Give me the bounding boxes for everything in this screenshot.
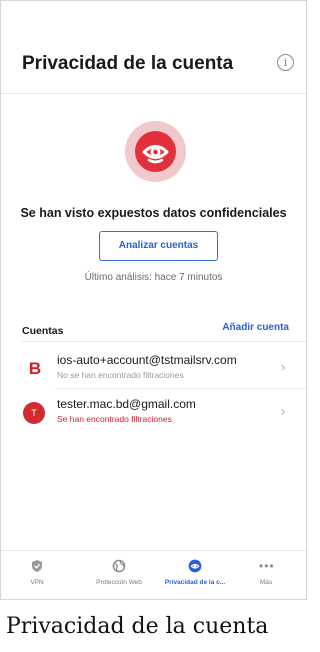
header: Privacidad de la cuenta i [1,45,306,93]
divider [55,388,306,389]
account-row[interactable]: B ios-auto+account@tstmailsrv.com No se … [1,347,306,391]
page-title: Privacidad de la cuenta [22,53,234,74]
shield-check-icon [30,559,44,573]
tab-web-protection[interactable]: Protección Web [81,559,157,586]
account-email: tester.mac.bd@gmail.com [57,397,196,411]
tab-label: Protección Web [96,579,142,586]
tab-account-privacy[interactable]: Privacidad de la c... [157,559,233,586]
scan-accounts-button[interactable]: Analizar cuentas [99,231,218,261]
divider [1,93,306,94]
account-status: Se han encontrado filtraciones [57,414,172,424]
privacy-status-badge [125,121,186,182]
divider [22,341,306,342]
chevron-right-icon: › [280,360,286,376]
app-screen: Privacidad de la cuenta i Se han visto e… [0,0,307,600]
screen-caption: Privacidad de la cuenta [6,614,269,639]
status-title: Se han visto expuestos datos confidencia… [20,206,287,220]
globe-icon [112,559,126,573]
more-dots-icon: ••• [259,559,275,573]
account-email: ios-auto+account@tstmailsrv.com [57,353,237,367]
eye-privacy-icon [188,559,202,573]
account-row[interactable]: T tester.mac.bd@gmail.com Se han encontr… [1,391,306,435]
account-avatar: B [23,357,47,381]
accounts-heading: Cuentas [22,325,64,337]
tab-label: Privacidad de la c... [164,579,226,586]
account-avatar: T [23,402,45,424]
last-scan-text: Último análisis: hace 7 minutos [84,272,223,283]
tab-vpn[interactable]: VPN [11,559,63,586]
tab-more[interactable]: ••• Más [241,559,291,586]
account-status: No se han encontrado filtraciones [57,370,184,380]
tab-bar: VPN Protección Web Privacidad de la c...… [1,551,306,599]
add-account-link[interactable]: Añadir cuenta [222,322,289,333]
chevron-right-icon: › [280,404,286,420]
info-icon[interactable]: i [277,54,294,71]
tab-label: Más [259,579,273,586]
eye-privacy-icon [135,131,176,172]
tab-label: VPN [30,579,44,586]
